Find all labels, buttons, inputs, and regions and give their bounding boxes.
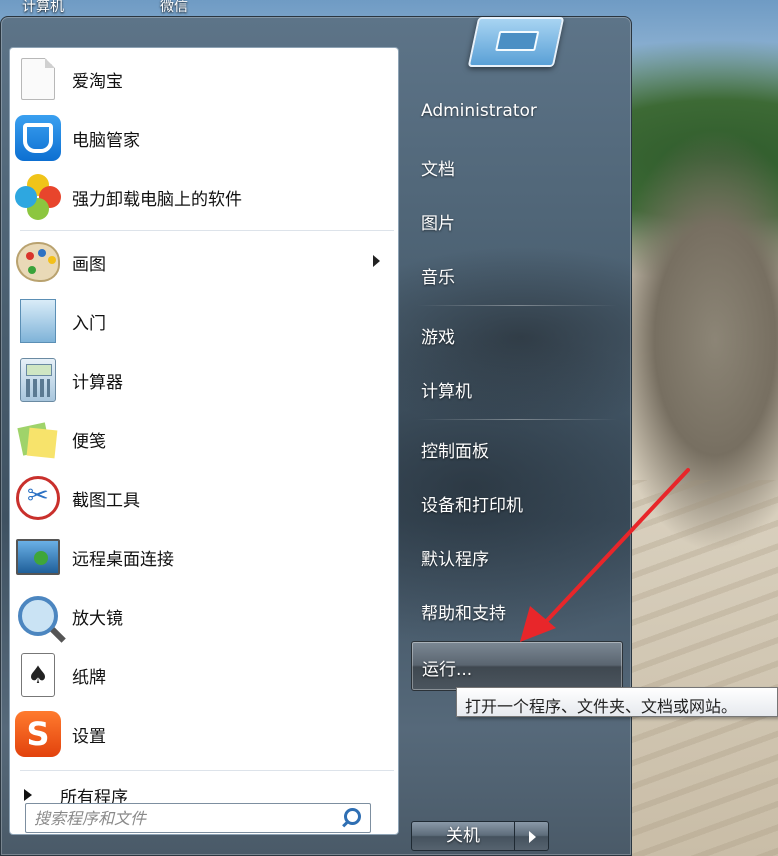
program-label: 爱淘宝: [72, 71, 123, 92]
program-item-calculator[interactable]: 计算器: [10, 352, 398, 408]
pinned-divider: [20, 230, 394, 231]
search-box[interactable]: [25, 803, 371, 833]
program-item-settings[interactable]: S 设置: [10, 706, 398, 762]
program-item-uninstaller[interactable]: 强力卸载电脑上的软件: [10, 169, 398, 225]
right-link-pictures[interactable]: 图片: [421, 209, 455, 234]
sticky-notes-icon: [14, 415, 62, 463]
program-label: 远程桌面连接: [72, 549, 174, 570]
program-label: 强力卸载电脑上的软件: [72, 189, 242, 210]
shutdown-options-arrow-icon[interactable]: [515, 821, 549, 851]
program-label: 计算器: [72, 372, 123, 393]
right-link-user[interactable]: Administrator: [421, 101, 537, 121]
calculator-icon: [14, 356, 62, 404]
program-label: 入门: [72, 313, 106, 334]
programs-pane: 爱淘宝 电脑管家 强力卸载电脑上的软件 画图 入门 计算器 便笺 ✂ 截图工具 …: [9, 47, 399, 835]
desktop-icon-label-wechat[interactable]: 微信: [160, 0, 188, 16]
paint-palette-icon: [14, 238, 62, 286]
start-menu: 爱淘宝 电脑管家 强力卸载电脑上的软件 画图 入门 计算器 便笺 ✂ 截图工具 …: [0, 16, 632, 856]
program-label: 画图: [72, 254, 106, 275]
program-label: 电脑管家: [72, 130, 140, 151]
right-link-devices-printers[interactable]: 设备和打印机: [421, 491, 523, 516]
program-item-solitaire[interactable]: ♠ 纸牌: [10, 647, 398, 703]
sogou-s-icon: S: [14, 710, 62, 758]
right-divider: [417, 305, 617, 306]
search-input[interactable]: [34, 805, 338, 831]
program-label: 纸牌: [72, 667, 106, 688]
snipping-tool-icon: [14, 474, 62, 522]
document-icon: [14, 55, 62, 103]
right-link-games[interactable]: 游戏: [421, 323, 455, 348]
right-link-control-panel[interactable]: 控制面板: [421, 437, 489, 462]
user-picture[interactable]: [467, 17, 565, 67]
right-link-default-programs[interactable]: 默认程序: [421, 545, 489, 570]
program-label: 截图工具: [72, 490, 140, 511]
right-link-music[interactable]: 音乐: [421, 263, 455, 288]
all-programs-divider: [20, 770, 394, 771]
flower-icon: [14, 173, 62, 221]
wallpaper-sand: [630, 480, 778, 856]
program-item-sticky-notes[interactable]: 便笺: [10, 411, 398, 467]
right-link-help-support[interactable]: 帮助和支持: [421, 599, 506, 624]
expand-arrow-icon: [24, 789, 32, 801]
solitaire-cards-icon: ♠: [14, 651, 62, 699]
right-link-computer[interactable]: 计算机: [421, 377, 472, 402]
program-item-paint[interactable]: 画图: [10, 234, 398, 290]
getting-started-icon: [14, 297, 62, 345]
program-label: 设置: [72, 726, 106, 747]
program-item-magnifier[interactable]: 放大镜: [10, 588, 398, 644]
right-divider: [417, 419, 617, 420]
desktop-icon-label-computer[interactable]: 计算机: [22, 0, 64, 16]
program-item-getting-started[interactable]: 入门: [10, 293, 398, 349]
program-item-remote-desktop[interactable]: 远程桌面连接: [10, 529, 398, 585]
submenu-arrow-icon[interactable]: [373, 255, 380, 267]
shield-icon: [14, 114, 62, 162]
program-item-snipping-tool[interactable]: 截图工具: [10, 470, 398, 526]
remote-desktop-icon: [14, 533, 62, 581]
program-item-pc-manager[interactable]: 电脑管家: [10, 110, 398, 166]
right-link-documents[interactable]: 文档: [421, 155, 455, 180]
run-item[interactable]: 运行...: [411, 641, 623, 691]
program-item-aitaobao[interactable]: 爱淘宝: [10, 51, 398, 107]
shutdown-button[interactable]: 关机: [411, 821, 515, 851]
run-label: 运行...: [422, 660, 473, 680]
program-label: 放大镜: [72, 608, 123, 629]
program-label: 便笺: [72, 431, 106, 452]
search-icon[interactable]: [338, 804, 366, 832]
run-tooltip: 打开一个程序、文件夹、文档或网站。: [456, 687, 778, 717]
magnifier-icon: [14, 592, 62, 640]
